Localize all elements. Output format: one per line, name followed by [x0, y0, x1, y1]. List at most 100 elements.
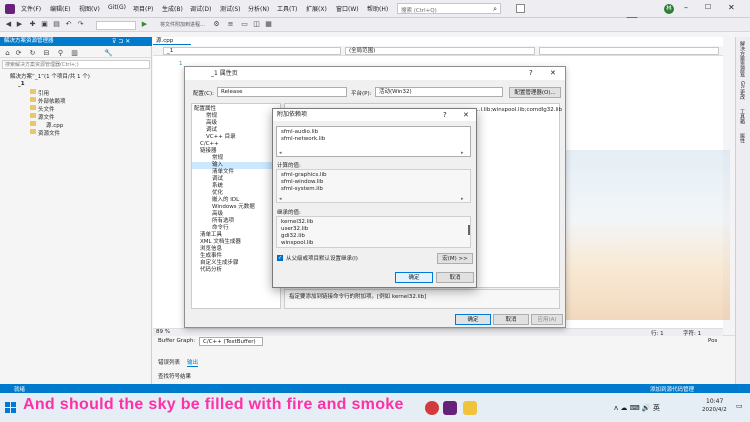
menu-file[interactable]: 文件(F): [21, 4, 41, 13]
open-icon[interactable]: ▣: [40, 20, 49, 29]
forward-icon[interactable]: ▶: [15, 20, 24, 29]
scroll-right-icon[interactable]: ▸: [461, 150, 464, 156]
new-item-icon[interactable]: ✚: [28, 20, 37, 29]
grid-dependency-value[interactable]: …l.lib;winspool.lib;comdlg32.lib: [475, 107, 562, 113]
scroll-left-icon[interactable]: ◂: [279, 196, 282, 202]
tree-project[interactable]: _1: [18, 81, 25, 87]
tree-general[interactable]: 常规: [192, 113, 280, 120]
tab-error-list[interactable]: 错误列表: [158, 358, 180, 366]
scroll-right-icon[interactable]: ▸: [461, 196, 464, 202]
menu-edit[interactable]: 编辑(E): [50, 4, 70, 13]
buffer-graph-select[interactable]: C/C++ (TextBuffer): [199, 337, 263, 346]
maximize-icon[interactable]: ☐: [705, 3, 711, 11]
avatar[interactable]: 林: [664, 4, 674, 14]
dialog-close-icon[interactable]: ✕: [550, 69, 556, 77]
scroll-left-icon[interactable]: ◂: [279, 150, 282, 156]
tree-sources[interactable]: 源文件: [38, 113, 55, 121]
platform-select[interactable]: 活动(Win32): [375, 87, 503, 97]
refresh-icon[interactable]: ↻: [28, 49, 37, 58]
menu-build[interactable]: 生成(B): [162, 4, 183, 13]
tree-embedded-idl[interactable]: 嵌入的 IDL: [192, 197, 280, 204]
tree-debugging[interactable]: 调试: [192, 127, 280, 134]
show-all-icon[interactable]: ▥: [70, 49, 79, 58]
clock-time[interactable]: 10:47: [706, 398, 723, 405]
indent-icon[interactable]: ≡: [226, 20, 235, 29]
deps-edit-box[interactable]: sfml-audio.lib sfml-network.lib ◂ ▸: [276, 126, 471, 157]
home-icon[interactable]: ⌂: [3, 49, 12, 58]
undo-icon[interactable]: ↶: [64, 20, 73, 29]
tree-manifest-tool[interactable]: 清单工具: [192, 232, 280, 239]
back-icon[interactable]: ◀: [4, 20, 13, 29]
deps-ok-button[interactable]: 确定: [395, 272, 433, 283]
bookmark-icon[interactable]: ◫: [252, 20, 261, 29]
tree-custom-build[interactable]: 自定义生成步骤: [192, 260, 280, 267]
help-icon[interactable]: ?: [529, 69, 533, 77]
inherit-checkbox-label[interactable]: 从父级或项目默认设置继承(I): [286, 254, 358, 262]
tree-config-props[interactable]: 配置属性: [192, 106, 280, 113]
visual-studio-icon[interactable]: [443, 401, 457, 415]
menu-window[interactable]: 窗口(W): [336, 4, 359, 13]
attach-label[interactable]: 将文件附加到进程…: [160, 21, 205, 28]
filter-icon[interactable]: ⚲: [56, 49, 65, 58]
zoom-level[interactable]: 89 %: [156, 329, 170, 335]
project-dropdown[interactable]: _1: [163, 47, 341, 55]
side-tab-git[interactable]: Git 更改: [739, 81, 746, 105]
search-input[interactable]: 搜索 (Ctrl+Q) ⌕: [397, 3, 501, 14]
wrench-icon[interactable]: 🔧: [104, 49, 113, 58]
deps-close-icon[interactable]: ✕: [463, 111, 469, 119]
play-icon[interactable]: ▶: [140, 20, 149, 29]
apply-button[interactable]: 应用(A): [531, 314, 563, 325]
tree-windows-metadata[interactable]: Windows 元数据: [192, 204, 280, 211]
cancel-button[interactable]: 取消: [493, 314, 529, 325]
minimize-icon[interactable]: –: [684, 3, 688, 12]
tree-optimization[interactable]: 优化: [192, 190, 280, 197]
tool-icon[interactable]: ⚙: [212, 20, 221, 29]
config-manager-button[interactable]: 配置管理器(O)...: [509, 87, 561, 98]
menu-tools[interactable]: 工具(T): [277, 4, 297, 13]
tree-build-events[interactable]: 生成事件: [192, 253, 280, 260]
tray-icons[interactable]: ʌ ☁ ⌨ 🔊 英: [614, 403, 660, 413]
side-tab-solution[interactable]: 解决方案资源管理器: [739, 41, 746, 77]
tree-xml-doc[interactable]: XML 文档生成器: [192, 239, 280, 246]
tree-linker-input[interactable]: 输入: [192, 162, 280, 169]
ok-button[interactable]: 确定: [455, 314, 491, 325]
menu-git[interactable]: Git(G): [108, 4, 126, 11]
save-icon[interactable]: ▤: [52, 20, 61, 29]
tree-headers[interactable]: 头文件: [38, 105, 55, 113]
menu-view[interactable]: 视图(V): [79, 4, 100, 13]
redo-icon[interactable]: ↷: [76, 20, 85, 29]
netease-music-icon[interactable]: [425, 401, 439, 415]
deps-cancel-button[interactable]: 取消: [436, 272, 474, 283]
tree-linker-advanced[interactable]: 高级: [192, 211, 280, 218]
window-layout-icon[interactable]: [516, 4, 525, 13]
source-control-button[interactable]: 添加到源代码管理: [650, 385, 694, 393]
tree-vc-dirs[interactable]: VC++ 目录: [192, 134, 280, 141]
collapse-icon[interactable]: ⊟: [42, 49, 51, 58]
menu-debug[interactable]: 调试(D): [190, 4, 211, 13]
tree-resources[interactable]: 资源文件: [38, 129, 60, 137]
comment-icon[interactable]: ▭: [240, 20, 249, 29]
tree-linker-general[interactable]: 常规: [192, 155, 280, 162]
tree-external-deps[interactable]: 外部依赖项: [38, 97, 66, 105]
scope-dropdown[interactable]: (全局范围): [345, 47, 535, 55]
menu-test[interactable]: 测试(S): [220, 4, 241, 13]
pin-icon[interactable]: ⊽ ⊐ ✕: [112, 37, 130, 46]
tree-advanced[interactable]: 高级: [192, 120, 280, 127]
windows-start-icon[interactable]: [5, 402, 16, 413]
se-search-input[interactable]: 搜索解决方案资源管理器(Ctrl+;): [2, 60, 150, 69]
menu-project[interactable]: 项目(P): [133, 4, 153, 13]
file-explorer-icon[interactable]: [463, 401, 477, 415]
side-tab-toolbox[interactable]: 工具箱: [739, 109, 746, 129]
config-select[interactable]: Release: [217, 87, 347, 97]
tree-source-cpp[interactable]: 源.cpp: [46, 121, 63, 129]
tab-output[interactable]: 输出: [187, 358, 199, 367]
config-dropdown[interactable]: [96, 21, 136, 30]
macro-button[interactable]: 宏(M) >>: [437, 253, 473, 264]
dep-entry[interactable]: sfml-audio.lib: [281, 129, 318, 135]
menu-analyze[interactable]: 分析(N): [248, 4, 269, 13]
tree-all-options[interactable]: 所有选项: [192, 218, 280, 225]
tree-linker-debug[interactable]: 调试: [192, 176, 280, 183]
tree-linker[interactable]: 链接器: [192, 148, 280, 155]
deps-help-icon[interactable]: ?: [443, 111, 447, 119]
inherit-checkbox[interactable]: ✓: [277, 255, 283, 261]
